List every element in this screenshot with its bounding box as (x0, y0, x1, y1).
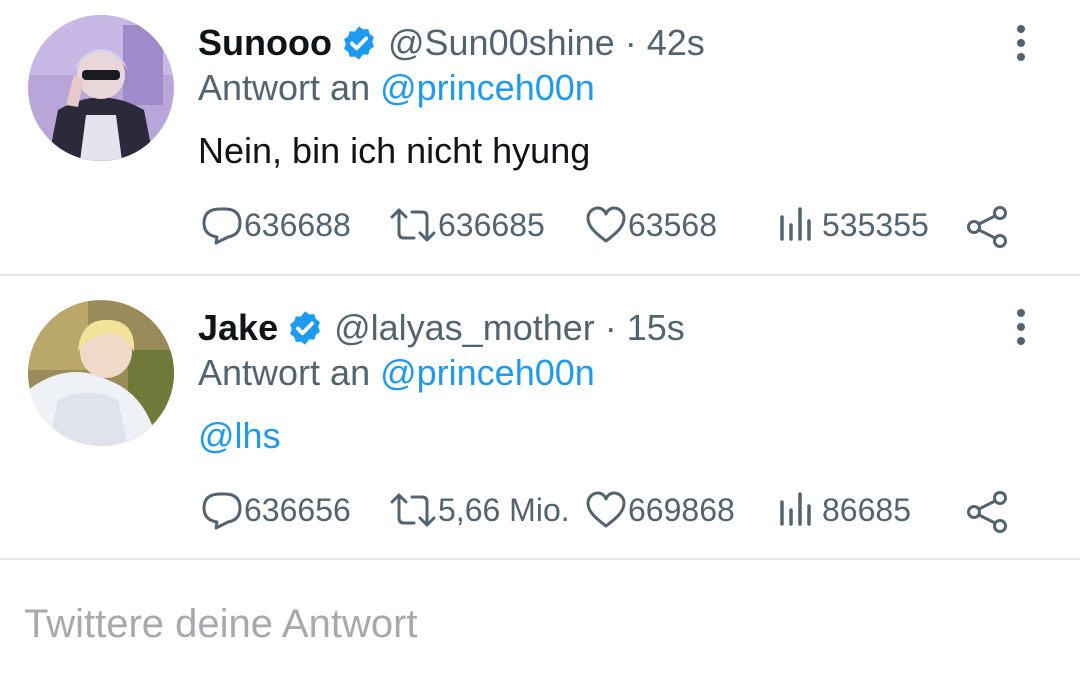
views-icon (780, 207, 811, 241)
reply-button[interactable]: 636688 (200, 205, 351, 245)
views-count: 535355 (822, 206, 929, 243)
like-icon (586, 491, 626, 528)
reply-compose-input[interactable]: Twittere deine Antwort (24, 602, 418, 647)
more-vertical-icon[interactable] (1004, 20, 1038, 66)
action-bar: 636688 636685 63568 535355 (0, 205, 1080, 255)
retweet-button[interactable]: 5,66 Mio. (388, 490, 570, 530)
share-icon (967, 206, 1007, 248)
retweet-count: 636685 (438, 206, 545, 243)
share-button[interactable] (966, 205, 1010, 249)
like-button[interactable]: 63568 (584, 205, 717, 245)
tweet-text-mention[interactable]: @lhs (198, 415, 281, 457)
retweet-count: 5,66 Mio. (438, 491, 570, 528)
retweet-icon (390, 493, 436, 527)
timestamp[interactable]: 42s (647, 22, 705, 64)
reply-mention[interactable]: @princeh00n (380, 67, 595, 108)
tweet[interactable]: Sunooo @Sun00shine · 42s Antwort an @pri… (0, 0, 1080, 276)
display-name[interactable]: Jake (198, 307, 278, 349)
reply-prefix: Antwort an (198, 67, 371, 108)
like-count: 669868 (628, 491, 735, 528)
views-count: 86685 (822, 491, 911, 528)
retweet-icon (390, 208, 436, 242)
like-icon (586, 206, 626, 243)
reply-placeholder: Twittere deine Antwort (24, 602, 418, 646)
views-button[interactable]: 535355 (778, 205, 929, 245)
views-button[interactable]: 86685 (778, 490, 911, 530)
avatar-image (28, 300, 174, 446)
timestamp[interactable]: 15s (627, 307, 685, 349)
reply-icon (202, 207, 242, 245)
retweet-button[interactable]: 636685 (388, 205, 545, 245)
separator: · (624, 22, 637, 63)
verified-badge-icon (344, 26, 374, 60)
reply-count: 636656 (244, 491, 351, 528)
reply-context: Antwort an @princeh00n (198, 67, 595, 109)
reply-button[interactable]: 636656 (200, 490, 351, 530)
reply-context: Antwort an @princeh00n (198, 352, 595, 394)
like-button[interactable]: 669868 (584, 490, 735, 530)
action-bar: 636656 5,66 Mio. 669868 86685 (0, 490, 1080, 540)
avatar[interactable] (28, 15, 174, 161)
tweet[interactable]: Jake @lalyas_mother · 15s Antwort an @pr… (0, 276, 1080, 560)
avatar[interactable] (28, 300, 174, 446)
reply-count: 636688 (244, 206, 351, 243)
tweet-header: Jake @lalyas_mother · 15s (198, 305, 685, 351)
tweet-text: Nein, bin ich nicht hyung (198, 130, 591, 171)
share-button[interactable] (966, 490, 1010, 534)
reply-mention[interactable]: @princeh00n (380, 352, 595, 393)
tweet-header: Sunooo @Sun00shine · 42s (198, 20, 705, 66)
handle[interactable]: @Sun00shine (388, 22, 615, 64)
reply-prefix: Antwort an (198, 352, 371, 393)
handle[interactable]: @lalyas_mother (334, 307, 595, 349)
like-count: 63568 (628, 206, 717, 243)
more-vertical-icon[interactable] (1004, 304, 1038, 350)
views-icon (780, 492, 811, 526)
separator: · (604, 307, 617, 348)
share-icon (967, 491, 1007, 533)
reply-icon (202, 492, 242, 530)
verified-badge-icon (290, 311, 320, 345)
display-name[interactable]: Sunooo (198, 22, 332, 64)
avatar-image (28, 15, 174, 161)
